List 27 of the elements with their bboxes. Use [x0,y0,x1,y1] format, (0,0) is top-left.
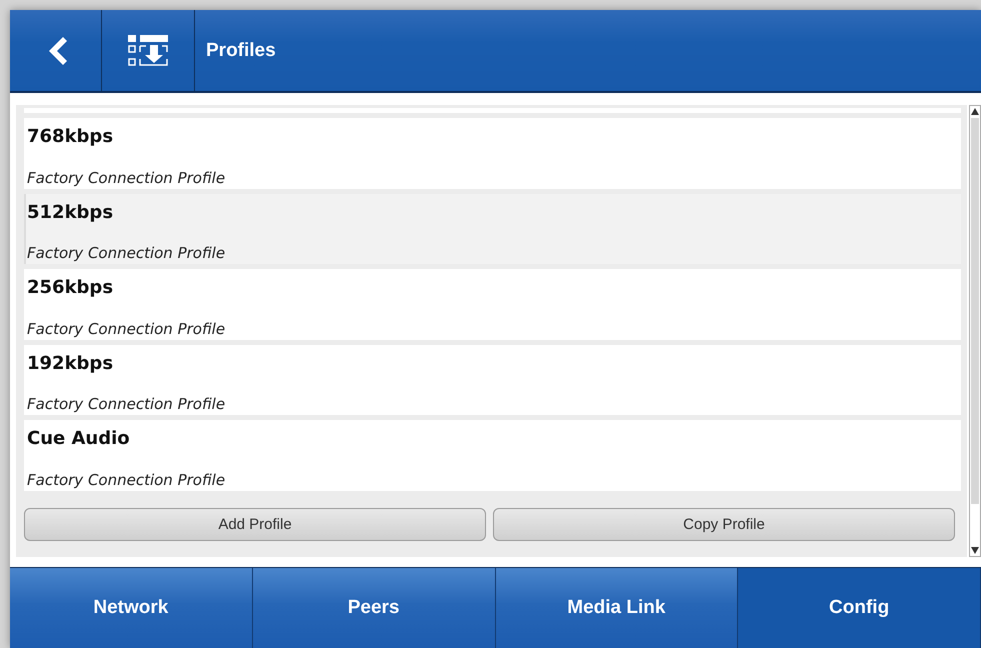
profile-description: Factory Connection Profile [27,395,226,414]
profile-item[interactable]: 256kbps Factory Connection Profile [24,269,961,340]
scroll-up-icon[interactable] [970,106,980,118]
nav-tab[interactable]: Media Link [496,568,738,648]
scroll-thumb[interactable] [971,118,979,504]
profile-name: 768kbps [27,126,114,147]
profile-item[interactable]: 768kbps Factory Connection Profile [24,118,961,189]
profile-name: 192kbps [27,352,114,374]
profile-item[interactable]: 192kbps Factory Connection Profile [24,344,961,416]
nav-tab[interactable]: Network [10,568,253,648]
profile-description: Factory Connection Profile [27,168,226,187]
scroll-down-icon[interactable] [970,544,980,556]
nav-tab[interactable]: Peers [252,568,496,648]
page-title: Profiles [206,40,276,62]
profile-description: Factory Connection Profile [27,244,226,262]
scrollbar[interactable] [969,105,981,557]
profile-name: Cue Audio [27,428,131,450]
profile-description: Factory Connection Profile [27,320,226,338]
profile-item[interactable]: Cue Audio Factory Connection Profile [24,420,961,492]
list-download-icon [128,34,168,66]
profile-action-button[interactable]: Add Profile [24,508,486,542]
profile-name: 256kbps [27,277,114,298]
profile-action-button[interactable]: Copy Profile [493,508,955,542]
nav-tab[interactable]: Config [738,568,981,648]
profile-description: Factory Connection Profile [27,471,226,490]
profile-name: 512kbps [27,202,114,223]
profile-item[interactable]: 512kbps Factory Connection Profile [24,194,961,264]
